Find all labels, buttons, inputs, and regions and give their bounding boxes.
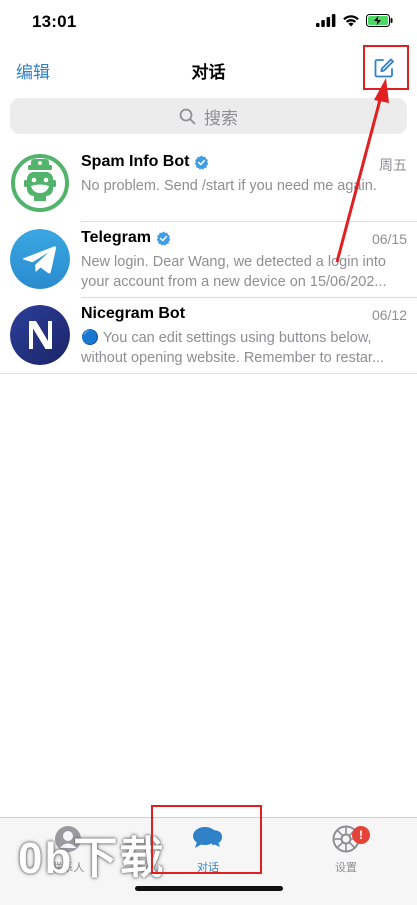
chat-preview: No problem. Send /start if you need me a… <box>81 178 377 194</box>
chat-preview: New login. Dear Wang, we detected a logi… <box>81 254 387 290</box>
divider <box>0 373 417 374</box>
nav-bar: 编辑 对话 <box>0 44 417 96</box>
wifi-icon <box>343 15 359 27</box>
search-icon <box>179 108 196 124</box>
chat-name: Telegram <box>81 229 171 247</box>
chat-list: Spam Info Bot 周五 No problem. Send /start… <box>0 146 417 374</box>
telegram-avatar <box>10 229 70 289</box>
status-bar: 13:01 <box>0 0 417 44</box>
page-title: 对话 <box>191 63 226 82</box>
tab-settings[interactable]: ! 设置 <box>306 824 386 875</box>
status-time: 13:01 <box>32 12 77 31</box>
chat-row-spam-info-bot[interactable]: Spam Info Bot 周五 No problem. Send /start… <box>0 146 417 222</box>
tab-label: 设置 <box>335 862 357 874</box>
chat-name-text: Spam Info Bot <box>81 153 190 170</box>
chat-name-text: Nicegram Bot <box>81 305 186 322</box>
chat-date: 周五 <box>379 157 407 173</box>
spam-bot-avatar <box>10 153 70 213</box>
chat-name: Spam Info Bot <box>81 153 209 171</box>
chat-name-text: Telegram <box>81 229 151 246</box>
chats-tab-highlight-box <box>151 805 262 874</box>
chat-preview: 🔵 You can edit settings using buttons be… <box>81 330 385 366</box>
nicegram-avatar <box>10 305 70 365</box>
verified-icon <box>195 154 209 170</box>
home-indicator <box>135 886 283 891</box>
settings-badge: ! <box>352 826 370 844</box>
chat-name: Nicegram Bot <box>81 305 185 323</box>
search-input[interactable]: 搜索 <box>10 98 407 134</box>
annotation-arrow <box>335 78 389 263</box>
chat-row-telegram[interactable]: Telegram 06/15 New login. Dear Wang, we … <box>0 222 417 298</box>
chat-date: 06/15 <box>371 231 407 247</box>
chat-row-nicegram-bot[interactable]: Nicegram Bot 06/12 🔵 You can edit settin… <box>0 298 417 374</box>
watermark: 0b下载 <box>18 834 166 883</box>
status-icons <box>316 14 393 27</box>
battery-charging-icon <box>366 14 393 27</box>
compose-highlight-box <box>363 45 409 90</box>
search-placeholder: 搜索 <box>204 108 238 128</box>
verified-icon <box>156 230 171 246</box>
signal-icon <box>316 14 336 27</box>
chat-date: 06/12 <box>371 307 407 323</box>
